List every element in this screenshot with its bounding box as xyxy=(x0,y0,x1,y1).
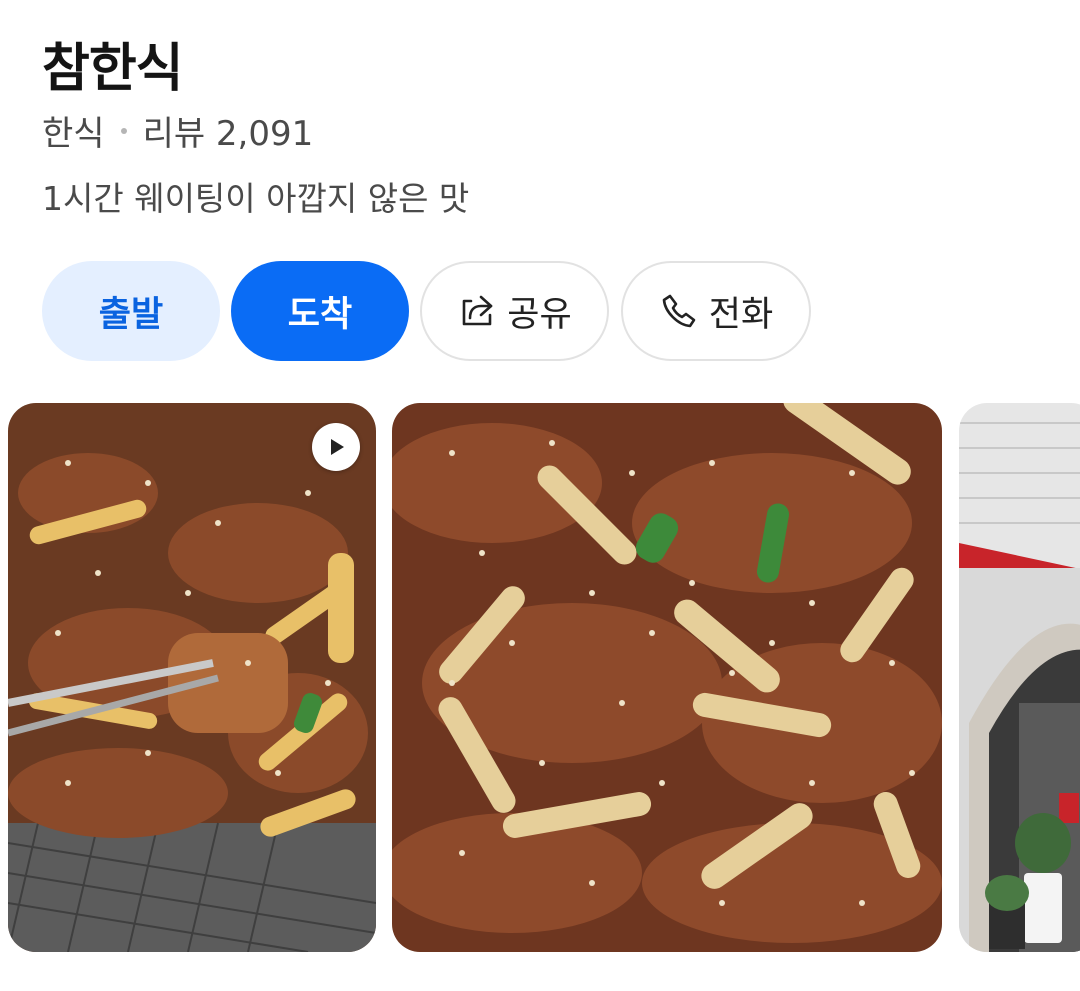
storefront-photo xyxy=(959,403,1080,952)
phone-icon xyxy=(662,294,696,328)
call-button[interactable]: 전화 xyxy=(621,261,811,361)
place-meta: 한식 리뷰 2,091 xyxy=(42,106,313,155)
food-photo-2 xyxy=(392,403,942,952)
review-count-link[interactable]: 리뷰 2,091 xyxy=(143,106,314,155)
share-label: 공유 xyxy=(507,294,572,335)
depart-button[interactable]: 출발 xyxy=(42,261,220,361)
arrive-button[interactable]: 도착 xyxy=(231,261,409,361)
photo-thumbnail-video[interactable] xyxy=(8,403,376,952)
place-title: 참한식 xyxy=(42,39,184,99)
place-tagline: 1시간 웨이팅이 아깝지 않은 맛 xyxy=(42,179,470,218)
share-icon xyxy=(462,295,493,326)
food-photo-1 xyxy=(8,403,376,952)
depart-label: 출발 xyxy=(98,294,164,335)
call-label: 전화 xyxy=(708,294,774,335)
arrive-label: 도착 xyxy=(287,294,353,335)
play-icon xyxy=(331,439,344,455)
play-button[interactable] xyxy=(312,423,360,471)
photo-thumbnail[interactable] xyxy=(392,403,942,952)
category-label: 한식 xyxy=(42,114,105,154)
separator-dot xyxy=(120,127,127,134)
photo-thumbnail-storefront[interactable] xyxy=(959,403,1080,952)
share-button[interactable]: 공유 xyxy=(420,261,609,361)
